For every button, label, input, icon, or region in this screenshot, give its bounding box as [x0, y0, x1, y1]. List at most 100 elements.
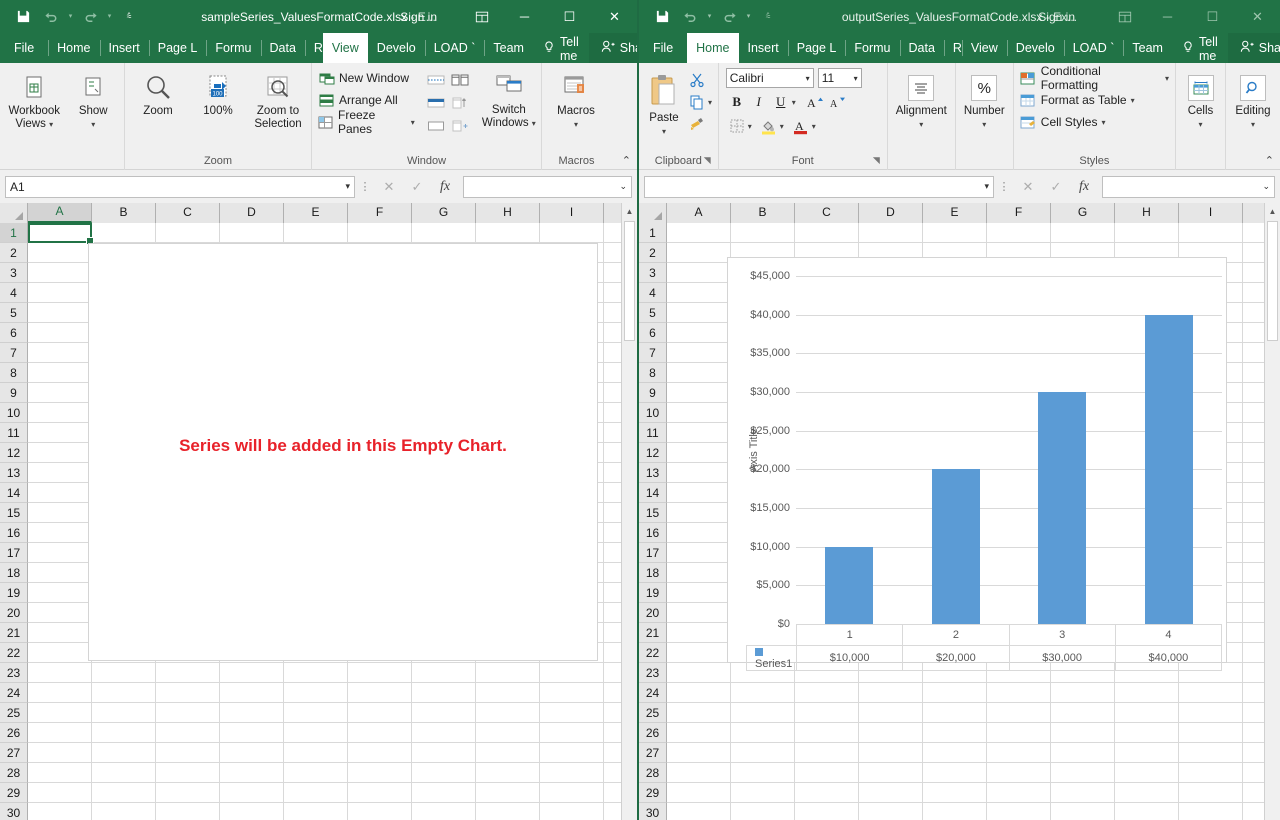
grid-cell[interactable]: [923, 763, 987, 783]
grid-cell[interactable]: [412, 763, 476, 783]
grid-cell[interactable]: [28, 603, 92, 623]
tab-review[interactable]: Review: [943, 33, 962, 63]
undo-icon[interactable]: [38, 5, 64, 29]
share-button-right[interactable]: Share: [1227, 33, 1280, 63]
grid-cell[interactable]: [540, 743, 604, 763]
grid-cell[interactable]: [348, 803, 412, 820]
tab-team[interactable]: Team: [484, 33, 533, 63]
row-header-22[interactable]: 22: [0, 643, 28, 663]
formula-input-right[interactable]: ⌄: [1102, 175, 1275, 198]
tab-team[interactable]: Team: [1123, 33, 1172, 63]
cancel-icon[interactable]: ✕: [375, 176, 403, 198]
grid-cell[interactable]: [987, 743, 1051, 763]
grid-cell[interactable]: [667, 663, 731, 683]
maximize-button-left[interactable]: ☐: [547, 0, 592, 33]
decrease-font-size-icon[interactable]: A: [826, 91, 848, 113]
grid-cell[interactable]: [667, 303, 731, 323]
zoom-button[interactable]: Zoom: [128, 68, 188, 118]
grid-cell[interactable]: [28, 743, 92, 763]
grid-cell[interactable]: [476, 663, 540, 683]
grid-cell[interactable]: [667, 503, 731, 523]
column-header-i[interactable]: I: [540, 203, 604, 223]
tab-loadtest[interactable]: LOAD `: [1063, 33, 1124, 63]
row-header-5[interactable]: 5: [0, 303, 28, 323]
scroll-up-arrow-left[interactable]: ▲: [622, 203, 637, 220]
grid-cell[interactable]: [284, 683, 348, 703]
column-header-g[interactable]: G: [1051, 203, 1115, 223]
tab-developer[interactable]: Develo: [1006, 33, 1064, 63]
tab-page-layout[interactable]: Page L: [148, 33, 207, 63]
grid-cell[interactable]: [476, 803, 540, 820]
tab-data[interactable]: Data: [899, 33, 944, 63]
new-window-button[interactable]: New Window: [315, 67, 418, 89]
grid-cell[interactable]: [795, 783, 859, 803]
synchronous-scrolling-icon[interactable]: [448, 92, 472, 114]
grid-cell[interactable]: [540, 223, 604, 243]
row-header-18[interactable]: 18: [0, 563, 28, 583]
grid-cell[interactable]: [667, 223, 731, 243]
grid-cell[interactable]: [731, 763, 795, 783]
grid-cell[interactable]: [28, 403, 92, 423]
column-header-a[interactable]: A: [28, 203, 92, 223]
grid-cell[interactable]: [987, 763, 1051, 783]
grid-cell[interactable]: [28, 803, 92, 820]
row-header-6[interactable]: 6: [0, 323, 28, 343]
copy-icon[interactable]: [686, 91, 708, 113]
row-header-1[interactable]: 1: [0, 223, 28, 243]
freeze-panes-button[interactable]: Freeze Panes ▾: [315, 108, 418, 136]
grid-cell[interactable]: [220, 763, 284, 783]
grid-cell[interactable]: [412, 663, 476, 683]
grid-cell[interactable]: [1179, 803, 1243, 820]
name-box-left[interactable]: A1 ▾: [5, 175, 355, 198]
row-header-14[interactable]: 14: [0, 483, 28, 503]
cancel-icon[interactable]: ✕: [1014, 176, 1042, 198]
grid-cell[interactable]: [220, 683, 284, 703]
minimize-button-left[interactable]: ─: [502, 0, 547, 33]
row-header-16[interactable]: 16: [0, 523, 28, 543]
undo-dropdown-icon[interactable]: ▾: [705, 5, 714, 29]
row-header-19[interactable]: 19: [639, 583, 667, 603]
tab-view[interactable]: View: [322, 33, 368, 63]
grid-cell[interactable]: [1051, 763, 1115, 783]
grid-cell[interactable]: [28, 423, 92, 443]
grid-cell[interactable]: [412, 683, 476, 703]
grid-cell[interactable]: [220, 783, 284, 803]
cells-button[interactable]: Cells ▾: [1179, 68, 1222, 131]
grid-cell[interactable]: [667, 703, 731, 723]
row-header-9[interactable]: 9: [0, 383, 28, 403]
grid-cell[interactable]: [284, 223, 348, 243]
grid-cell[interactable]: [156, 743, 220, 763]
row-header-24[interactable]: 24: [639, 683, 667, 703]
grid-cell[interactable]: [28, 223, 92, 243]
customize-qat-icon[interactable]: ⩯: [116, 5, 142, 29]
grid-cell[interactable]: [923, 723, 987, 743]
grid-cell[interactable]: [667, 263, 731, 283]
grid-cell[interactable]: [923, 803, 987, 820]
grid-cell[interactable]: [412, 803, 476, 820]
grid-cell[interactable]: [348, 223, 412, 243]
grid-cell[interactable]: [667, 323, 731, 343]
grid-cell[interactable]: [476, 763, 540, 783]
grid-cell[interactable]: [348, 703, 412, 723]
undo-icon[interactable]: [677, 5, 703, 29]
underline-button[interactable]: U: [770, 91, 792, 113]
close-button-left[interactable]: ✕: [592, 0, 637, 33]
number-button[interactable]: % Number ▾: [959, 68, 1010, 131]
grid-cell[interactable]: [476, 723, 540, 743]
tab-insert[interactable]: Insert: [99, 33, 149, 63]
grid-cell[interactable]: [540, 763, 604, 783]
row-header-2[interactable]: 2: [0, 243, 28, 263]
row-header-10[interactable]: 10: [639, 403, 667, 423]
grid-cells-left[interactable]: Series will be added in this Empty Chart…: [28, 223, 637, 820]
grid-cell[interactable]: [1115, 783, 1179, 803]
grid-cell[interactable]: [1179, 723, 1243, 743]
formula-input-left[interactable]: ⌄: [463, 175, 632, 198]
tab-view[interactable]: View: [961, 33, 1007, 63]
sign-in-link-left[interactable]: Sign in: [400, 10, 437, 24]
grid-cell[interactable]: [795, 763, 859, 783]
column-header-e[interactable]: E: [284, 203, 348, 223]
grid-cell[interactable]: [1115, 763, 1179, 783]
grid-cell[interactable]: [731, 803, 795, 820]
column-header-d[interactable]: D: [859, 203, 923, 223]
grid-cell[interactable]: [731, 703, 795, 723]
